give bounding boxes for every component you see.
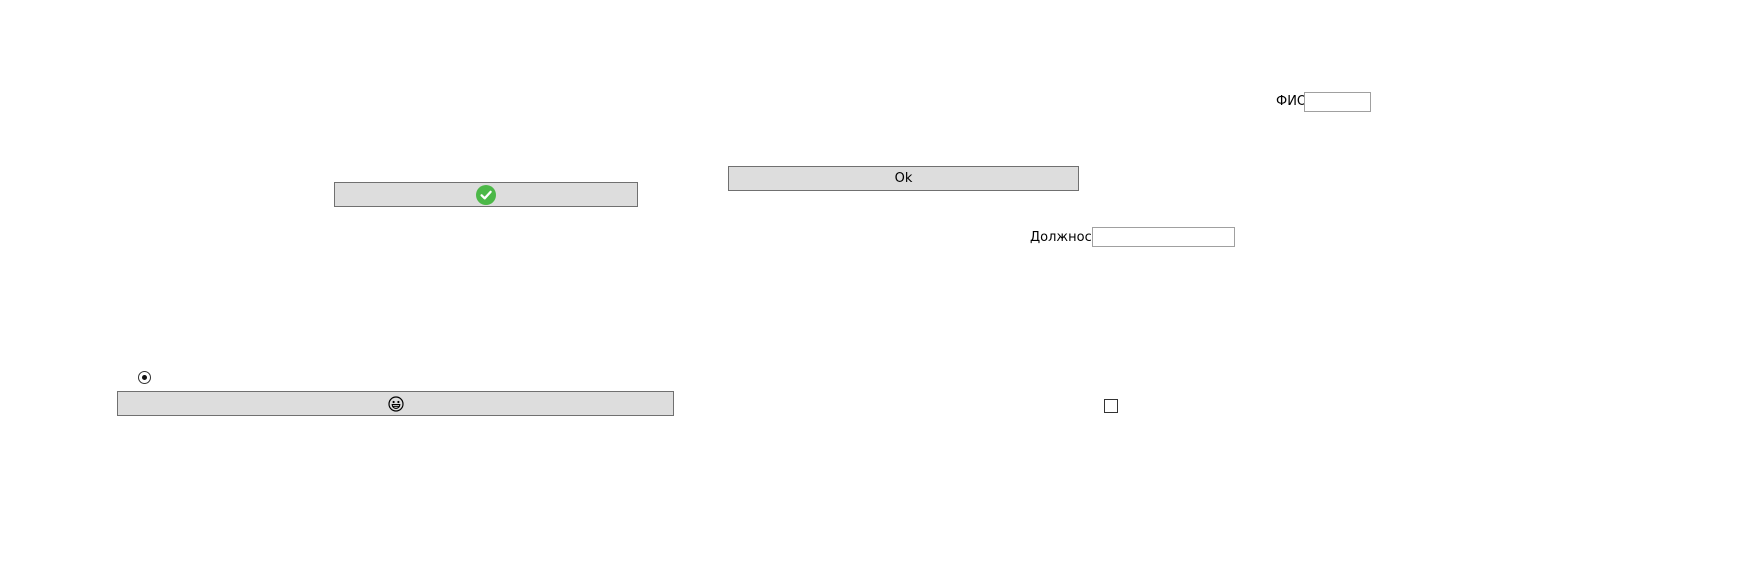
- full-name-label: ФИО: [1276, 94, 1308, 109]
- position-input[interactable]: [1092, 227, 1235, 247]
- ok-button[interactable]: Ok: [728, 166, 1079, 191]
- radio-selected-dot: [142, 375, 147, 380]
- emoji-icon-button[interactable]: [117, 391, 674, 416]
- check-circle-icon: [476, 184, 496, 205]
- grinning-face-icon: [387, 395, 404, 412]
- ok-button-label: Ok: [894, 171, 913, 186]
- full-name-input[interactable]: [1304, 92, 1371, 112]
- checkbox[interactable]: [1104, 399, 1118, 413]
- confirm-icon-button[interactable]: [334, 182, 638, 207]
- radio-button[interactable]: [138, 371, 151, 384]
